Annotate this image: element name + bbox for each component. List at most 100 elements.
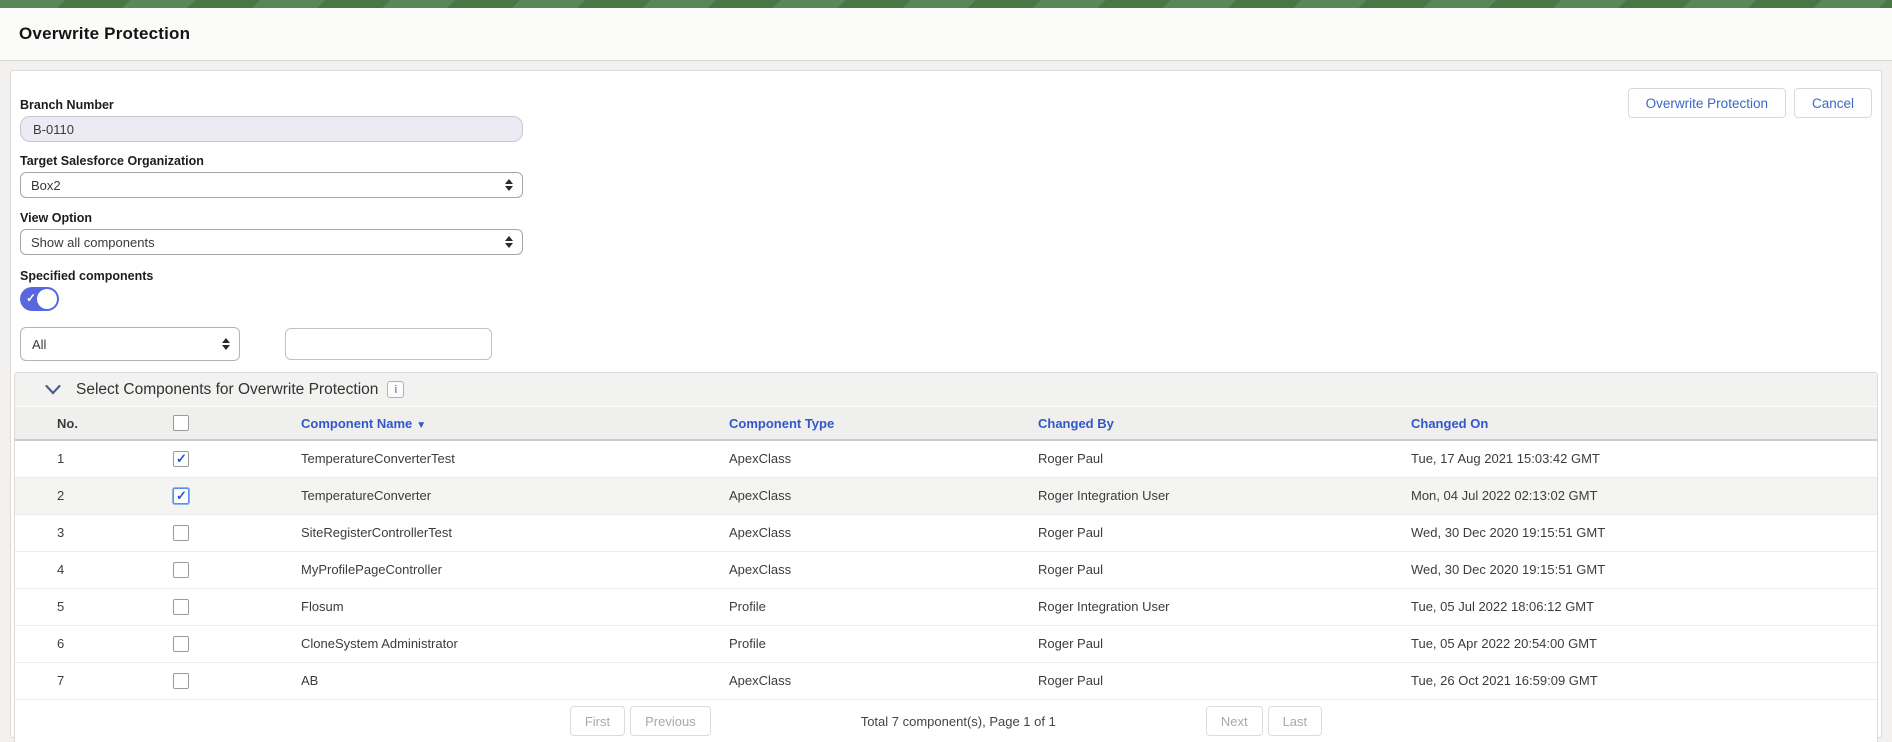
table-row: 2 TemperatureConverterApexClassRoger Inte… bbox=[15, 477, 1877, 515]
components-section-header[interactable]: Select Components for Overwrite Protecti… bbox=[15, 373, 1877, 407]
page-header: Overwrite Protection bbox=[0, 8, 1892, 61]
component-type-cell: Profile bbox=[691, 588, 1011, 626]
select-all-checkbox[interactable] bbox=[173, 415, 189, 432]
component-name-cell: Flosum bbox=[231, 588, 691, 626]
row-checkbox[interactable] bbox=[173, 451, 189, 468]
changed-by-cell: Roger Integration User bbox=[1011, 477, 1391, 515]
changed-by-cell: Roger Paul bbox=[1011, 551, 1391, 589]
branch-number-label: Branch Number bbox=[20, 98, 114, 112]
select-spinner-icon bbox=[505, 179, 513, 191]
component-type-cell: Profile bbox=[691, 625, 1011, 663]
specified-components-label: Specified components bbox=[20, 269, 154, 283]
first-page-button[interactable]: First bbox=[569, 706, 626, 736]
overwrite-protection-button[interactable]: Overwrite Protection bbox=[1627, 88, 1786, 118]
view-option-label: View Option bbox=[20, 211, 92, 225]
checkbox-cell bbox=[131, 477, 231, 515]
checkbox-cell bbox=[131, 440, 231, 478]
row-number: 3 bbox=[15, 514, 131, 552]
changed-on-cell: Tue, 05 Jul 2022 18:06:12 GMT bbox=[1391, 588, 1877, 626]
target-org-label: Target Salesforce Organization bbox=[20, 154, 204, 168]
component-type-cell: ApexClass bbox=[691, 662, 1011, 700]
row-checkbox[interactable] bbox=[173, 561, 189, 578]
components-table-card: Select Components for Overwrite Protecti… bbox=[14, 372, 1878, 742]
row-checkbox[interactable] bbox=[173, 524, 189, 541]
target-org-value: Box2 bbox=[31, 177, 61, 193]
filter-search-input[interactable] bbox=[285, 328, 492, 360]
column-header-no: No. bbox=[15, 407, 131, 441]
table-row: 7 AB ApexClass Roger Paul Tue, 26 Oct 2021 1… bbox=[15, 662, 1877, 700]
table-row: 1 TemperatureConverterTestApexClassRoger … bbox=[15, 440, 1877, 478]
action-buttons: Overwrite Protection Cancel bbox=[1627, 88, 1872, 118]
toggle-check-icon: ✓ bbox=[26, 291, 37, 305]
sort-desc-icon: ▼ bbox=[416, 419, 427, 431]
component-name-cell: TemperatureConverter bbox=[231, 477, 691, 515]
filter-type-select[interactable]: All bbox=[20, 327, 240, 361]
row-checkbox[interactable] bbox=[173, 635, 189, 652]
target-org-select[interactable]: Box2 bbox=[20, 172, 523, 198]
row-number: 2 bbox=[15, 477, 131, 515]
component-type-cell: ApexClass bbox=[691, 440, 1011, 478]
select-spinner-icon bbox=[222, 338, 230, 350]
table-row: 4 MyProfilePageController ApexClass Roger P… bbox=[15, 551, 1877, 589]
row-checkbox[interactable] bbox=[173, 487, 189, 504]
last-page-button[interactable]: Last bbox=[1267, 706, 1323, 736]
column-header-changed-on[interactable]: Changed On bbox=[1391, 407, 1877, 441]
changed-by-cell: Roger Paul bbox=[1011, 625, 1391, 663]
checkbox-cell bbox=[131, 514, 231, 552]
components-section-title: Select Components for Overwrite Protecti… bbox=[76, 380, 379, 398]
row-number: 6 bbox=[15, 625, 131, 663]
filter-type-value: All bbox=[32, 336, 47, 352]
changed-by-cell: Roger Paul bbox=[1011, 440, 1391, 478]
page-title: Overwrite Protection bbox=[19, 24, 191, 43]
cancel-button[interactable]: Cancel bbox=[1793, 88, 1872, 118]
component-type-cell: ApexClass bbox=[691, 551, 1011, 589]
component-name-cell: MyProfilePageController bbox=[231, 551, 691, 589]
view-option-select[interactable]: Show all components bbox=[20, 229, 523, 255]
row-number: 7 bbox=[15, 662, 131, 700]
changed-on-cell: Tue, 26 Oct 2021 16:59:09 GMT bbox=[1391, 662, 1877, 700]
changed-on-cell: Tue, 17 Aug 2021 15:03:42 GMT bbox=[1391, 440, 1877, 478]
changed-on-cell: Wed, 30 Dec 2020 19:15:51 GMT bbox=[1391, 514, 1877, 552]
component-name-cell: CloneSystem Administrator bbox=[231, 625, 691, 663]
column-header-component-type[interactable]: Component Type bbox=[691, 407, 1011, 441]
changed-by-cell: Roger Paul bbox=[1011, 514, 1391, 552]
component-name-cell: AB bbox=[231, 662, 691, 700]
brand-top-bar bbox=[0, 0, 1892, 8]
row-checkbox[interactable] bbox=[173, 672, 189, 689]
changed-on-cell: Wed, 30 Dec 2020 19:15:51 GMT bbox=[1391, 551, 1877, 589]
changed-by-cell: Roger Integration User bbox=[1011, 588, 1391, 626]
checkbox-cell bbox=[131, 588, 231, 626]
column-header-changed-by[interactable]: Changed By bbox=[1011, 407, 1391, 441]
changed-on-cell: Tue, 05 Apr 2022 20:54:00 GMT bbox=[1391, 625, 1877, 663]
overwrite-protection-panel: Overwrite Protection Cancel Branch Numbe… bbox=[10, 70, 1882, 742]
checkbox-cell bbox=[131, 625, 231, 663]
branch-number-input[interactable] bbox=[20, 116, 523, 142]
row-number: 1 bbox=[15, 440, 131, 478]
changed-on-cell: Mon, 04 Jul 2022 02:13:02 GMT bbox=[1391, 477, 1877, 515]
row-number: 4 bbox=[15, 551, 131, 589]
component-filter-row: All bbox=[20, 327, 523, 361]
component-name-cell: TemperatureConverterTest bbox=[231, 440, 691, 478]
next-page-button[interactable]: Next bbox=[1205, 706, 1263, 736]
previous-page-button[interactable]: Previous bbox=[630, 706, 711, 736]
select-spinner-icon bbox=[505, 236, 513, 248]
info-icon[interactable]: i bbox=[387, 381, 405, 398]
column-header-select-all bbox=[131, 407, 231, 441]
table-row: 5 Flosum Profile Roger Integration User Tue,… bbox=[15, 588, 1877, 626]
table-row: 6 CloneSystem Administrator Profile Roger P… bbox=[15, 625, 1877, 663]
overwrite-protection-form: Branch Number Target Salesforce Organiza… bbox=[11, 71, 523, 361]
changed-by-cell: Roger Paul bbox=[1011, 662, 1391, 700]
pagination-bar: First Previous Total 7 component(s), Pag… bbox=[15, 700, 1877, 742]
toggle-knob bbox=[37, 289, 57, 309]
component-name-cell: SiteRegisterControllerTest bbox=[231, 514, 691, 552]
specified-components-toggle[interactable]: ✓ bbox=[20, 287, 59, 311]
row-number: 5 bbox=[15, 588, 131, 626]
components-table: No. Component Name ▼ Component Type Chang… bbox=[15, 407, 1877, 700]
column-header-component-name[interactable]: Component Name ▼ bbox=[231, 407, 691, 441]
chevron-down-icon[interactable] bbox=[45, 384, 61, 396]
row-checkbox[interactable] bbox=[173, 598, 189, 615]
component-type-cell: ApexClass bbox=[691, 514, 1011, 552]
table-row: 3 SiteRegisterControllerTest ApexClass Roge… bbox=[15, 514, 1877, 552]
checkbox-cell bbox=[131, 551, 231, 589]
view-option-value: Show all components bbox=[31, 234, 155, 250]
